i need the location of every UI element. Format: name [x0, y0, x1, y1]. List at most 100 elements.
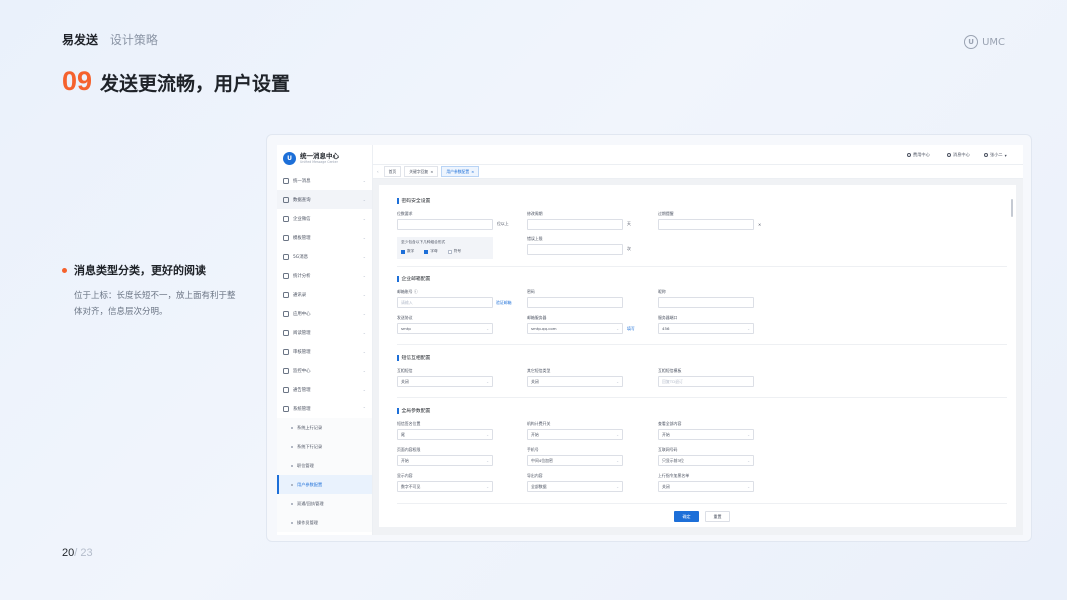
sms-template-field: 互相短信模板 回复TD退订: [658, 368, 754, 387]
menu-item-read[interactable]: 阅读管理 ⌄: [277, 323, 372, 342]
app-window: U 统一消息中心 Unified Message Center 统一消息 ⌄ 数据…: [277, 145, 1023, 535]
checkbox-label: 符号: [453, 249, 462, 253]
nickname-input[interactable]: [658, 297, 754, 308]
tab-scroll-left-icon[interactable]: ‹: [375, 169, 381, 174]
message-icon: [283, 177, 289, 184]
checkbox-digit[interactable]: 数字: [401, 249, 414, 254]
pwd-cycle-input[interactable]: [527, 219, 623, 230]
bullet-dot-icon: [291, 445, 293, 448]
mail-account-input[interactable]: 请输入: [397, 297, 493, 308]
error-limit-field: 错误上限: [527, 236, 623, 255]
menu-label: 统计分析: [293, 273, 311, 279]
sms-type-select[interactable]: 关闭 ⌄: [527, 376, 623, 387]
menu-item-contacts[interactable]: 通讯录 ⌄: [277, 285, 372, 304]
display-content-select[interactable]: 数字不可见 ⌄: [397, 481, 493, 492]
export-content-select[interactable]: 全部数据 ⌄: [527, 481, 623, 492]
server-port-select[interactable]: 456 ⌄: [658, 323, 754, 334]
sms-template-input[interactable]: 回复TD退订: [658, 376, 754, 387]
protocol-select[interactable]: smtp ⌄: [397, 323, 493, 334]
pwd-cycle-field: 修改周期: [527, 211, 623, 230]
menu-item-notice[interactable]: 通告管理 ⌄: [277, 380, 372, 399]
slide-header: 易发送 设计策略: [62, 31, 158, 48]
template-icon: [283, 234, 289, 241]
fee-center-link[interactable]: 费用中心: [907, 152, 930, 158]
menu-item-template[interactable]: 模板管理 ⌄: [277, 228, 372, 247]
submenu-item[interactable]: 职位管理: [277, 456, 372, 475]
menu-item-message[interactable]: 统一消息 ⌄: [277, 171, 372, 190]
message-center-link[interactable]: 消息中心: [947, 152, 970, 158]
sms-type-field: 其它短信类型 关闭 ⌄: [527, 368, 623, 387]
select-value: 开始: [531, 431, 539, 437]
menu-item-apps[interactable]: 应用中心 ⌄: [277, 304, 372, 323]
submenu-item[interactable]: 系统上行记录: [277, 418, 372, 437]
chevron-down-icon: ⌄: [616, 484, 619, 489]
mail-server-field: 邮箱服务器 smtp.qq.com ⌄: [527, 315, 623, 334]
internet-number-select[interactable]: 只显示前3位 ⌄: [658, 455, 754, 466]
field-label: 昵称: [658, 289, 666, 294]
bullet-dot-icon: [62, 267, 67, 273]
tab-keyword-reply[interactable]: 关键字回复 ×: [404, 166, 439, 177]
submenu-item[interactable]: 双通/回执管理: [277, 494, 372, 513]
checkbox-symbol[interactable]: 符号: [447, 249, 462, 254]
field-label: 上行指令加黑名单: [658, 473, 690, 478]
checkbox-label: 字母: [430, 249, 438, 253]
phone-select[interactable]: 中间4位加密 ⌄: [527, 455, 623, 466]
view-all-select[interactable]: 开始 ⌄: [658, 429, 754, 440]
select-value: 全部数据: [531, 483, 547, 489]
umc-logo-text: UMC: [982, 36, 1005, 48]
tab-home[interactable]: 首页: [383, 166, 402, 177]
sms-mutual-select[interactable]: 关闭 ⌄: [397, 376, 493, 387]
error-limit-input[interactable]: [527, 244, 623, 255]
menu-item-system[interactable]: 系统管理 ⌃: [277, 399, 372, 418]
field-label: 互相短信: [397, 368, 413, 373]
verify-mail-link[interactable]: 验证邮箱: [496, 300, 512, 306]
expire-remind-input[interactable]: [658, 219, 754, 230]
submenu-item[interactable]: 系统下行记录: [277, 437, 372, 456]
scrollbar[interactable]: [1011, 199, 1013, 217]
fill-link[interactable]: 填写: [627, 326, 635, 332]
wechat-icon: [283, 215, 289, 222]
chevron-down-icon: ⌄: [616, 326, 619, 331]
menu-item-monitor[interactable]: 监控中心 ⌄: [277, 361, 372, 380]
page-current: 20: [62, 547, 75, 559]
bullet-dot-icon: [291, 502, 293, 505]
mail-password-input[interactable]: [527, 297, 623, 308]
menu-label: 通讯录: [293, 292, 307, 298]
chevron-down-icon: ⌄: [486, 484, 489, 489]
field-label: 其它短信类型: [527, 368, 551, 373]
chevron-down-icon: ⌄: [362, 273, 366, 278]
nickname-field: 昵称: [658, 289, 754, 308]
system-submenu: 系统上行记录 系统下行记录 职位管理 用户参数配置 双通/回执管理 操作员管理: [277, 418, 372, 532]
chevron-down-icon: ⌄: [362, 368, 366, 373]
tab-label: 首页: [388, 168, 397, 174]
reset-button[interactable]: 重置: [705, 511, 730, 522]
close-icon[interactable]: ✕: [758, 222, 761, 227]
server-port-field: 服务器端口 456 ⌄: [658, 315, 754, 334]
blacklist-select[interactable]: 关闭 ⌄: [658, 481, 754, 492]
section-title: 短信互相配置: [397, 354, 431, 361]
field-label: 服务器端口: [658, 315, 678, 320]
sign-position-select[interactable]: 尾 ⌄: [397, 429, 493, 440]
submenu-item-active[interactable]: 用户参数配置: [277, 475, 372, 494]
checkbox-letter[interactable]: 字母: [424, 249, 438, 254]
menu-item-data[interactable]: 数据查询 ⌄: [277, 190, 372, 209]
menu-item-wechat[interactable]: 企业微信 ⌄: [277, 209, 372, 228]
tab-user-params[interactable]: 用户参数配置 ×: [441, 166, 480, 177]
submenu-item[interactable]: 操作员管理: [277, 513, 372, 532]
menu-item-audit[interactable]: 审核管理 ⌄: [277, 342, 372, 361]
app-logo-sub: Unified Message Center: [300, 160, 338, 164]
menu-item-5g[interactable]: 5G消息 ⌄: [277, 247, 372, 266]
menu-item-stats[interactable]: 统计分析 ⌄: [277, 266, 372, 285]
field-label: 错误上限: [527, 236, 543, 241]
billing-switch-select[interactable]: 开始 ⌄: [527, 429, 623, 440]
mail-server-select[interactable]: smtp.qq.com ⌄: [527, 323, 623, 334]
submenu-label: 系统上行记录: [297, 424, 323, 430]
close-icon[interactable]: ×: [430, 169, 433, 174]
field-suffix: 天: [627, 221, 631, 226]
close-icon[interactable]: ×: [471, 169, 474, 174]
page-permission-select[interactable]: 开始 ⌄: [397, 455, 493, 466]
bullet-dot-icon: [291, 464, 293, 467]
user-menu[interactable]: 张小二 ▾: [984, 152, 1007, 158]
pwd-length-input[interactable]: [397, 219, 493, 230]
confirm-button[interactable]: 确定: [674, 511, 699, 522]
